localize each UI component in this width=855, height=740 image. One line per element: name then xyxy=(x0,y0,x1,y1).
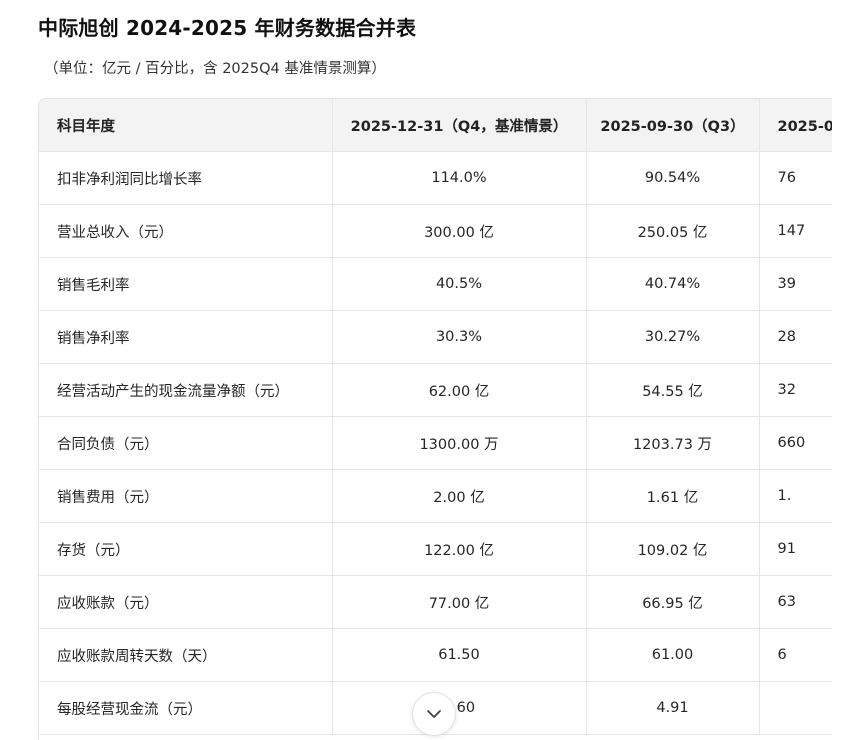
table-row: 合同负债（元） 1300.00 万 1203.73 万 660 xyxy=(39,416,832,470)
table-cell: 660 xyxy=(759,416,832,470)
table-row: 经营活动产生的现金流量净额（元） 62.00 亿 54.55 亿 32 xyxy=(39,363,832,417)
column-header-subject: 科目年度 xyxy=(39,99,333,152)
table-cell: 61.00 xyxy=(586,628,760,682)
row-label: 扣非净利润同比增长率 xyxy=(39,151,333,205)
row-label: 合同负债（元） xyxy=(39,416,333,470)
table-cell: 77.00 亿 xyxy=(332,575,587,629)
table-row: 销售费用（元） 2.00 亿 1.61 亿 1. xyxy=(39,469,832,523)
table-cell: 28 xyxy=(759,310,832,364)
row-label: 营业总收入（元） xyxy=(39,204,333,258)
table-cell: 1300.00 万 xyxy=(332,416,587,470)
table-cell: 5.60 xyxy=(332,681,587,735)
table-row: 应收账款周转天数（天） 61.50 61.00 6 xyxy=(39,628,832,682)
chevron-down-icon xyxy=(426,709,442,719)
table-cell: 250.05 亿 xyxy=(586,204,760,258)
table-cell: 54.55 亿 xyxy=(586,363,760,417)
table-cell: 6 xyxy=(759,628,832,682)
table-cell: 1203.73 万 xyxy=(586,416,760,470)
table-header: 科目年度 2025-12-31（Q4，基准情景） 2025-09-30（Q3） … xyxy=(39,99,832,152)
table-cell: 40.5% xyxy=(332,257,587,311)
table-row: 扣非净利润同比增长率 114.0% 90.54% 76 xyxy=(39,151,832,205)
table-cell: 30.3% xyxy=(332,310,587,364)
financial-table: 科目年度 2025-12-31（Q4，基准情景） 2025-09-30（Q3） … xyxy=(39,99,832,735)
table-cell: 90.54% xyxy=(586,151,760,205)
table-cell: 109.02 亿 xyxy=(586,522,760,576)
column-header-q4: 2025-12-31（Q4，基准情景） xyxy=(332,99,587,152)
table-cell: 30.27% xyxy=(586,310,760,364)
row-label: 应收账款周转天数（天） xyxy=(39,628,333,682)
row-label: 经营活动产生的现金流量净额（元） xyxy=(39,363,333,417)
table-cell: 2.00 亿 xyxy=(332,469,587,523)
table-cell: 114.0% xyxy=(332,151,587,205)
page-subtitle: （单位：亿元 / 百分比，含 2025Q4 基准情景测算） xyxy=(44,61,386,77)
table-cell: 300.00 亿 xyxy=(332,204,587,258)
row-label: 存货（元） xyxy=(39,522,333,576)
table-cell: 61.50 xyxy=(332,628,587,682)
table-cell: 76 xyxy=(759,151,832,205)
row-label: 销售毛利率 xyxy=(39,257,333,311)
scroll-down-button[interactable] xyxy=(412,692,456,736)
table-cell: 63 xyxy=(759,575,832,629)
table-cell: 1.61 亿 xyxy=(586,469,760,523)
table-row: 销售净利率 30.3% 30.27% 28 xyxy=(39,310,832,364)
table-row: 存货（元） 122.00 亿 109.02 亿 91 xyxy=(39,522,832,576)
table-cell: 40.74% xyxy=(586,257,760,311)
column-header-q2: 2025-06-30（Q2） xyxy=(759,99,832,152)
table-cell: 62.00 亿 xyxy=(332,363,587,417)
table-cell: 39 xyxy=(759,257,832,311)
header-row: 科目年度 2025-12-31（Q4，基准情景） 2025-09-30（Q3） … xyxy=(39,99,832,152)
table-cell: 91 xyxy=(759,522,832,576)
table-cell: 1. xyxy=(759,469,832,523)
table-cell: 122.00 亿 xyxy=(332,522,587,576)
table-row: 销售毛利率 40.5% 40.74% 39 xyxy=(39,257,832,311)
page-title: 中际旭创 2024-2025 年财务数据合并表 xyxy=(38,16,417,40)
row-label: 应收账款（元） xyxy=(39,575,333,629)
row-label: 每股经营现金流（元） xyxy=(39,681,333,735)
column-header-q3: 2025-09-30（Q3） xyxy=(586,99,760,152)
table-cell xyxy=(759,681,832,735)
table-cell: 66.95 亿 xyxy=(586,575,760,629)
row-label: 销售净利率 xyxy=(39,310,333,364)
table-row: 营业总收入（元） 300.00 亿 250.05 亿 147 xyxy=(39,204,832,258)
row-label: 销售费用（元） xyxy=(39,469,333,523)
table-cell: 147 xyxy=(759,204,832,258)
table-body: 扣非净利润同比增长率 114.0% 90.54% 76 营业总收入（元） 300.00 亿… xyxy=(39,151,832,735)
table-cell: 4.91 xyxy=(586,681,760,735)
financial-table-container[interactable]: 科目年度 2025-12-31（Q4，基准情景） 2025-09-30（Q3） … xyxy=(38,98,832,740)
table-row: 应收账款（元） 77.00 亿 66.95 亿 63 xyxy=(39,575,832,629)
table-cell: 32 xyxy=(759,363,832,417)
